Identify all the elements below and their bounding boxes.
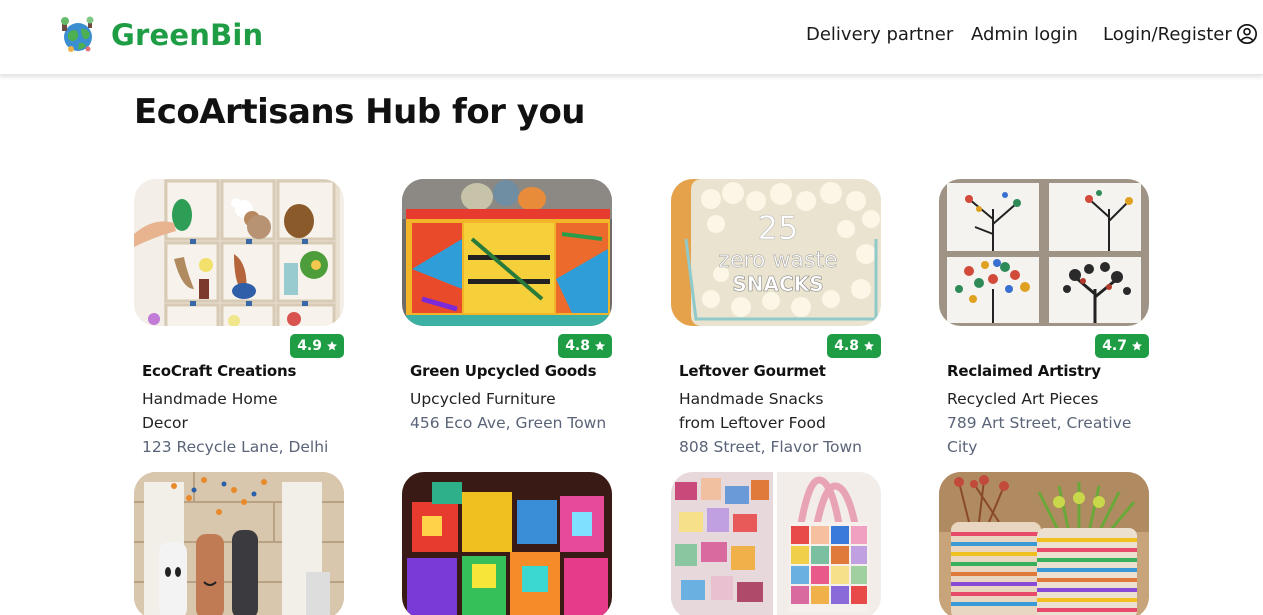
artisan-card[interactable]: 4.7 Reclaimed Artistry Recycled Art Piec…: [939, 179, 1149, 456]
card-image-colorful-boxes: [402, 472, 612, 615]
card-image-shelf-decor: [134, 179, 344, 326]
image-text-line1: zero waste: [718, 248, 837, 273]
image-text-line2: SNACKS: [732, 272, 823, 296]
top-navbar: GreenBin Delivery partner Admin login Lo…: [0, 0, 1263, 75]
nav-login-label: Login/Register: [1103, 23, 1232, 45]
card-image-recycled-art-tiles: [939, 179, 1149, 326]
image-text-number: 25: [758, 209, 799, 247]
card-category: Recycled Art Pieces: [947, 390, 1099, 408]
card-image-zero-waste-snacks: 25 zero waste SNACKS: [671, 179, 881, 326]
artisan-card[interactable]: [402, 472, 612, 615]
rating-badge: 4.8: [558, 334, 612, 358]
artisan-card[interactable]: [134, 472, 344, 615]
card-title: Green Upcycled Goods: [410, 362, 597, 380]
rating-badge: 4.7: [1095, 334, 1149, 358]
rating-value: 4.8: [834, 338, 859, 354]
card-title: Leftover Gourmet: [679, 362, 826, 380]
card-title: Reclaimed Artistry: [947, 362, 1101, 380]
card-category: Handmade Snacks from Leftover Food: [679, 390, 826, 432]
user-circle-icon: [1236, 24, 1257, 44]
brand-logo[interactable]: GreenBin: [59, 15, 263, 55]
nav-delivery-partner[interactable]: Delivery partner: [806, 22, 953, 46]
nav-login-register[interactable]: Login/Register: [1103, 22, 1258, 46]
artisan-card[interactable]: 4.8 Green Upcycled Goods Upcycled Furnit…: [402, 179, 612, 432]
star-icon: [864, 341, 874, 351]
rating-value: 4.8: [565, 338, 590, 354]
brand-name: GreenBin: [111, 18, 264, 52]
card-image-bottle-decor: [134, 472, 344, 615]
card-image-woven-baskets: [939, 472, 1149, 615]
star-icon: [327, 341, 337, 351]
card-address: 808 Street, Flavor Town: [679, 438, 862, 456]
card-title: EcoCraft Creations: [142, 362, 297, 380]
card-image-patchwork-bag: [671, 472, 881, 615]
page-title: EcoArtisans Hub for you: [134, 92, 586, 132]
card-address: 789 Art Street, Creative City: [947, 414, 1132, 456]
card-address: 123 Recycle Lane, Delhi: [142, 438, 329, 456]
card-image-upcycled-dresser: [402, 179, 612, 326]
globe-recycle-icon: [59, 16, 97, 54]
artisan-card[interactable]: [671, 472, 881, 615]
artisan-card[interactable]: 25 zero waste SNACKS 4.8 Leftover Gourme…: [671, 179, 881, 456]
rating-badge: 4.8: [827, 334, 881, 358]
card-category: Handmade Home Decor: [142, 390, 278, 432]
rating-value: 4.7: [1102, 338, 1127, 354]
nav-admin-login[interactable]: Admin login: [971, 22, 1078, 46]
card-category: Upcycled Furniture: [410, 390, 556, 408]
rating-badge: 4.9: [290, 334, 344, 358]
artisan-card[interactable]: 4.9 EcoCraft Creations Handmade Home Dec…: [134, 179, 344, 456]
star-icon: [595, 341, 605, 351]
artisan-card[interactable]: [939, 472, 1149, 615]
card-address: 456 Eco Ave, Green Town: [410, 414, 607, 432]
star-icon: [1132, 341, 1142, 351]
rating-value: 4.9: [297, 338, 322, 354]
